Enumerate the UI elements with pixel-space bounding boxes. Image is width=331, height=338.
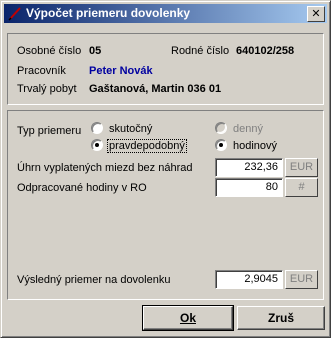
cancel-button[interactable]: Zruš bbox=[237, 306, 325, 330]
radio-actual-label[interactable]: skutočný bbox=[109, 123, 152, 135]
dialog-window: Výpočet priemeru dovolenky ✕ Osobné čísl… bbox=[0, 0, 331, 338]
close-button[interactable]: ✕ bbox=[307, 6, 325, 22]
close-icon: ✕ bbox=[311, 7, 321, 20]
wages-input[interactable]: 232,36 bbox=[215, 158, 283, 177]
radio-actual-button[interactable] bbox=[91, 122, 103, 134]
worker-name: Peter Novák bbox=[89, 65, 153, 77]
address-label: Trvalý pobyt bbox=[17, 83, 77, 95]
cancel-button-label: Zruš bbox=[267, 311, 294, 325]
birth-number-value: 640102/258 bbox=[236, 45, 295, 57]
radio-daily-label[interactable]: denný bbox=[233, 123, 263, 135]
average-type-label: Typ priemeru bbox=[17, 125, 82, 137]
address-value: Gaštanová, Martin 036 01 bbox=[89, 83, 222, 95]
title-bar[interactable]: Výpočet priemeru dovolenky ✕ bbox=[4, 4, 327, 23]
radio-probable-label[interactable]: pravdepodobný bbox=[107, 139, 187, 153]
ok-button[interactable]: Ok bbox=[142, 305, 234, 331]
result-currency-button[interactable]: EUR bbox=[285, 270, 318, 289]
birth-number-label: Rodné číslo bbox=[171, 45, 230, 57]
pencil-icon bbox=[8, 7, 21, 21]
result-label: Výsledný priemer na dovolenku bbox=[17, 274, 171, 286]
radio-hourly-label[interactable]: hodinový bbox=[233, 140, 277, 152]
wages-label: Úhrn vyplatených miezd bez náhrad bbox=[17, 162, 193, 174]
result-output[interactable]: 2,9045 bbox=[215, 270, 283, 289]
personal-number-value: 05 bbox=[89, 45, 102, 57]
radio-hourly-button[interactable] bbox=[215, 139, 227, 151]
radio-probable-button[interactable] bbox=[91, 139, 103, 151]
hours-input[interactable]: 80 bbox=[215, 178, 283, 197]
window-title: Výpočet priemeru dovolenky bbox=[26, 6, 191, 20]
hours-unit-button[interactable]: # bbox=[285, 178, 318, 197]
personal-number-label: Osobné číslo bbox=[17, 45, 82, 57]
worker-label: Pracovník bbox=[17, 65, 66, 77]
wages-currency-button[interactable]: EUR bbox=[285, 158, 318, 177]
hours-label: Odpracované hodiny v RO bbox=[17, 182, 147, 194]
radio-daily-button[interactable] bbox=[215, 122, 227, 134]
ok-button-label: Ok bbox=[179, 311, 196, 325]
